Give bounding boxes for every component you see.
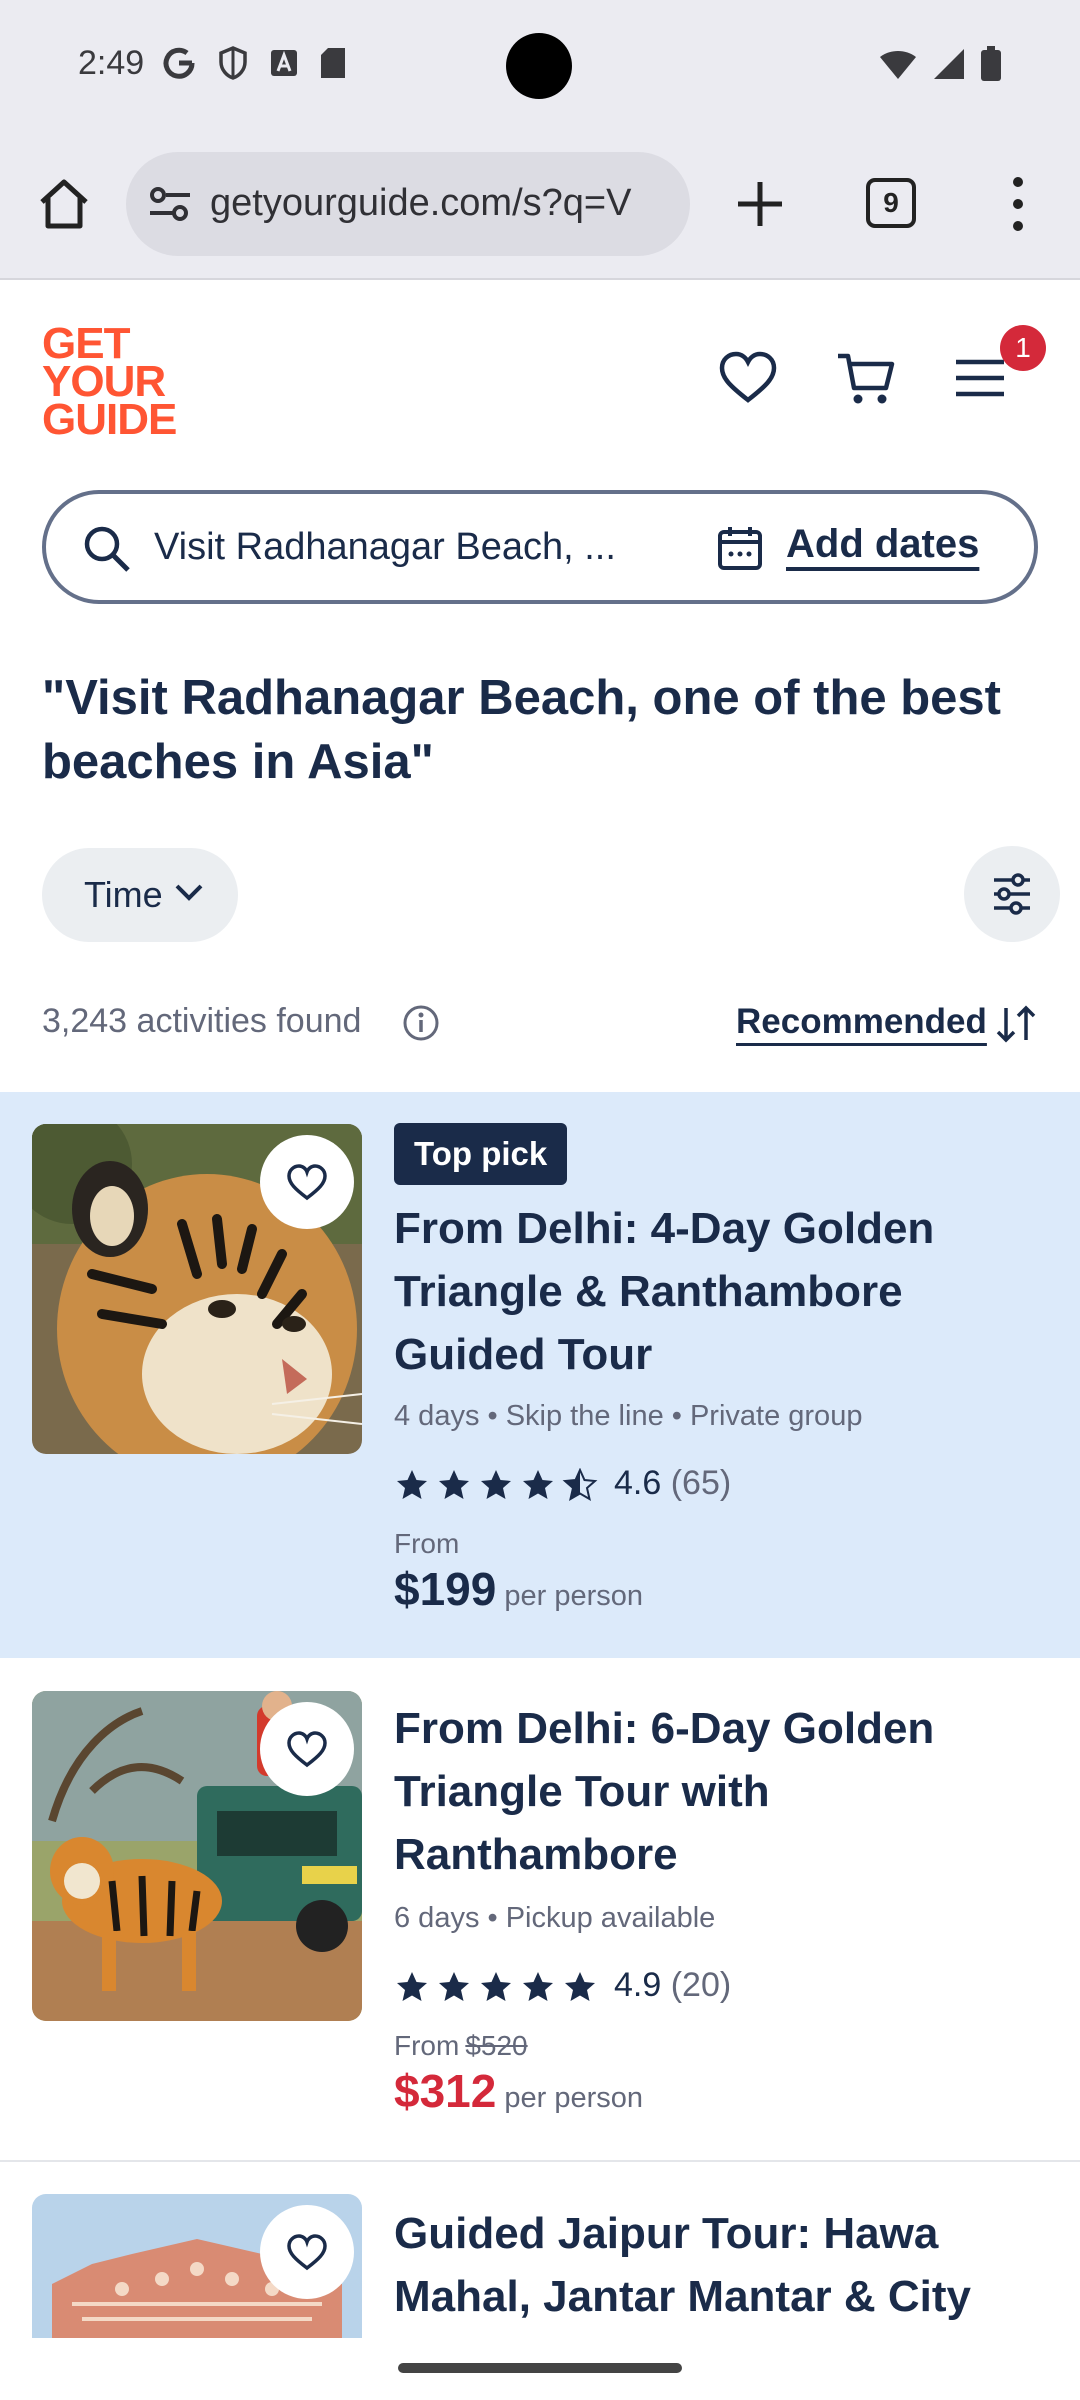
add-to-wishlist-button[interactable]: [260, 1135, 354, 1229]
add-to-wishlist-button[interactable]: [260, 1702, 354, 1796]
search-query[interactable]: Visit Radhanagar Beach, ...: [154, 526, 694, 569]
activity-card[interactable]: From Delhi: 6-Day Golden Triangle Tour w…: [0, 1658, 1080, 2160]
star-full-icon: [397, 1972, 427, 2001]
results-count: 3,243 activities found: [42, 1002, 362, 1040]
activity-title[interactable]: From Delhi: 4-Day Golden Triangle & Rant…: [394, 1197, 1034, 1386]
star-half-icon: [562, 1468, 598, 1502]
price: $312 per person: [394, 2064, 643, 2118]
sort-dropdown[interactable]: Recommended: [736, 1002, 987, 1042]
activity-card[interactable]: Top pick From Delhi: 4-Day Golden Triang…: [0, 1092, 1080, 1658]
home-icon[interactable]: [34, 174, 94, 234]
new-tab-icon[interactable]: [730, 174, 790, 234]
star-full-icon: [439, 1972, 469, 2001]
per-person-label: per person: [504, 2082, 643, 2114]
heart-icon: [287, 2234, 327, 2271]
shield-icon: [219, 46, 247, 80]
info-icon[interactable]: [402, 1004, 440, 1042]
heart-icon: [287, 1164, 327, 1201]
wishlist-heart-icon[interactable]: [716, 346, 780, 410]
gesture-home-indicator[interactable]: [398, 2363, 682, 2373]
battery-icon: [981, 46, 1001, 81]
price: $199 per person: [394, 1562, 643, 1616]
filters-button[interactable]: [964, 846, 1060, 942]
sd-card-icon: [321, 48, 345, 78]
rating-text: 4.9 (20): [614, 1966, 731, 2005]
cart-icon[interactable]: [834, 346, 898, 410]
price-value: $199: [394, 1563, 497, 1615]
price-from: From: [394, 1528, 459, 1560]
address-bar[interactable]: getyourguide.com/s?q=V: [126, 152, 690, 256]
add-to-wishlist-button[interactable]: [260, 2205, 354, 2299]
original-price: $520: [465, 2030, 528, 2061]
page-title: "Visit Radhanagar Beach, one of the best…: [42, 671, 1001, 789]
price-from: From $520: [394, 2030, 528, 2062]
add-dates-button[interactable]: Add dates: [786, 522, 979, 567]
top-pick-badge: Top pick: [394, 1123, 568, 1185]
logo-line: GUIDE: [42, 395, 177, 444]
activity-title[interactable]: Guided Jaipur Tour: Hawa Mahal, Jantar M…: [394, 2202, 1034, 2328]
status-bar: 2:49: [0, 0, 1080, 132]
activity-card[interactable]: Guided Jaipur Tour: Hawa Mahal, Jantar M…: [0, 2162, 1080, 2338]
price-value: $312: [394, 2065, 497, 2117]
font-icon: [271, 50, 297, 76]
star-full-icon: [523, 1972, 553, 2001]
signal-icon: [934, 49, 964, 79]
tab-switcher-button[interactable]: 9: [866, 178, 916, 228]
camera-cutout: [506, 33, 572, 99]
star-full-icon: [523, 1470, 553, 1499]
review-count: (65): [670, 1464, 732, 1502]
rating-stars: [394, 1468, 598, 1502]
browser-toolbar: getyourguide.com/s?q=V 9: [0, 132, 1080, 280]
time-filter-button[interactable]: Time: [42, 848, 238, 942]
rating-value: 4.9: [614, 1966, 662, 2004]
activity-title[interactable]: From Delhi: 6-Day Golden Triangle Tour w…: [394, 1697, 1034, 1886]
star-full-icon: [397, 1470, 427, 1499]
browser-menu-icon[interactable]: [1000, 172, 1036, 236]
status-time: 2:49: [78, 44, 145, 82]
getyourguide-logo[interactable]: GET YOUR GUIDE: [42, 322, 192, 444]
google-icon: [163, 47, 195, 79]
rating-text: 4.6 (65): [614, 1464, 731, 1503]
star-full-icon: [439, 1470, 469, 1499]
per-person-label: per person: [504, 1580, 643, 1612]
search-bar[interactable]: Visit Radhanagar Beach, ... Add dates: [42, 490, 1038, 604]
heart-icon: [287, 1731, 327, 1768]
from-label: From: [394, 2030, 460, 2061]
review-count: (20): [670, 1966, 732, 2004]
from-label: From: [394, 1528, 460, 1559]
tab-count: 9: [883, 187, 899, 218]
sliders-icon: [994, 873, 1030, 915]
chevron-down-icon: [175, 884, 203, 901]
status-system-icons: [878, 46, 1002, 82]
star-full-icon: [481, 1972, 511, 2001]
sort-icon[interactable]: [994, 1002, 1038, 1046]
rating-stars: [394, 1970, 598, 2004]
search-icon: [84, 526, 130, 572]
wifi-icon: [880, 51, 916, 79]
url-text[interactable]: getyourguide.com/s?q=V: [210, 182, 680, 225]
activity-meta: 6 days • Pickup available: [394, 1902, 716, 1934]
star-full-icon: [565, 1972, 595, 2001]
status-notification-icons: [162, 46, 346, 80]
time-filter-label: Time: [84, 874, 163, 915]
rating-value: 4.6: [614, 1464, 662, 1502]
site-settings-icon[interactable]: [148, 186, 192, 222]
activity-meta: 4 days • Skip the line • Private group: [394, 1400, 863, 1432]
cart-count-badge: 1: [1000, 325, 1046, 371]
star-full-icon: [481, 1470, 511, 1499]
calendar-icon[interactable]: [716, 524, 764, 572]
